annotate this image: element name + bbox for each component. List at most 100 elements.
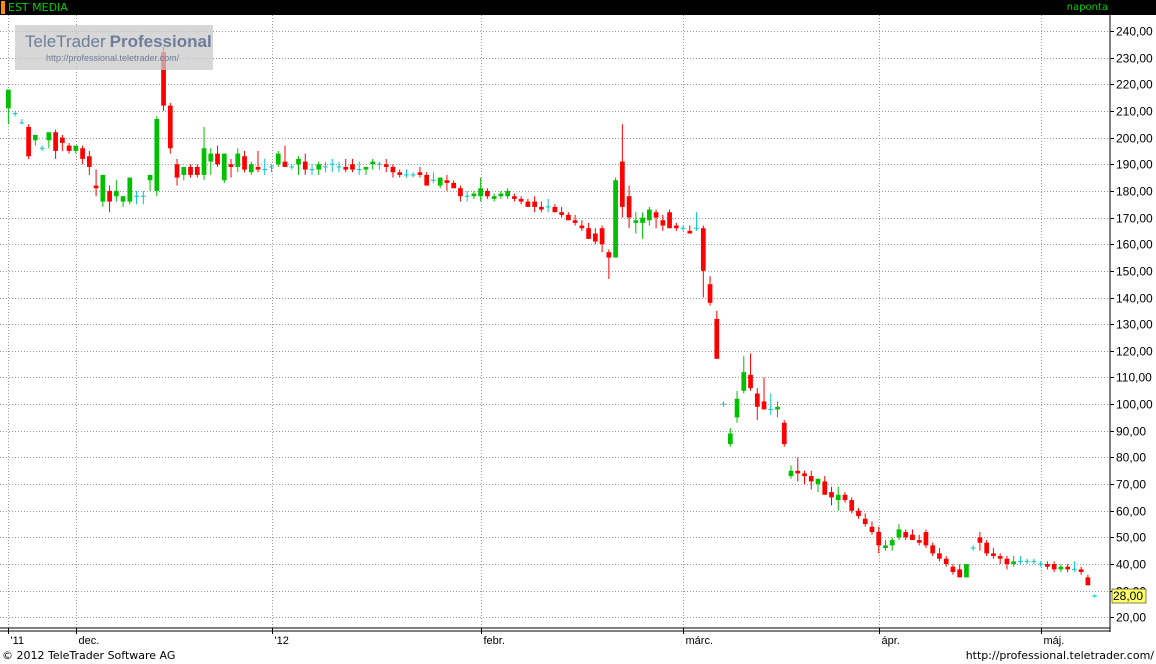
candle-body [592,233,598,242]
candle-body [296,158,301,165]
candle [154,116,160,197]
candle-body [667,212,672,229]
candle-body [1065,566,1071,570]
candle-body [235,153,241,167]
candle-body [478,188,484,197]
y-tick-label: 60,00 [1116,505,1146,519]
candle-body [673,225,679,229]
candle-body [626,196,632,218]
candle-body [485,190,490,197]
candle-body [363,166,369,170]
candle-body [302,161,308,170]
y-tick-label: 200,00 [1116,132,1153,146]
candle-body [383,164,389,167]
candle-body [316,164,322,170]
candle-body [397,172,403,175]
candle-body [903,532,909,538]
candle-body [842,494,848,501]
y-tick-label: 180,00 [1116,185,1153,199]
candle-body [444,180,450,183]
y-tick-label: 90,00 [1116,425,1146,439]
y-tick-label: 150,00 [1116,265,1153,279]
candle-body [107,190,112,202]
candle [221,153,227,183]
instrument-marker [1,1,5,14]
candle-body [566,214,571,221]
candle-body [640,217,645,223]
candle-body [856,510,861,517]
candle-body [188,166,193,175]
candle-body [997,556,1003,559]
candle-body [849,500,855,511]
candle-body [599,228,605,245]
candle-body [498,193,504,197]
y-tick-label: 40,00 [1116,558,1146,572]
candle-body [910,534,915,541]
candle-body [147,174,153,181]
candle-body [86,156,92,167]
candle-body [539,206,544,210]
candle [26,124,31,159]
candle-body [194,166,200,175]
candle-body [525,201,531,207]
y-tick-label: 190,00 [1116,158,1153,172]
candle-body [518,198,524,202]
candle-body [700,228,706,271]
candle [127,177,133,205]
candle-body [1085,577,1091,586]
candle [167,102,173,154]
y-tick-label: 140,00 [1116,292,1153,306]
x-tick-label: ápr. [882,635,900,647]
candle-body [977,537,983,543]
candle-body [59,137,65,143]
watermark: TeleTrader Professional http://profession… [15,25,213,70]
candle-body [181,166,187,175]
candle-body [215,153,220,165]
x-tick-label: márc. [686,635,714,647]
candle-body [201,148,207,175]
candle-body [883,545,888,549]
candle-body [532,201,537,207]
y-tick-label: 240,00 [1116,25,1153,39]
candle-body [120,196,126,202]
candle-body [984,542,990,554]
candle-body [127,177,133,202]
candle-body [660,220,666,226]
candle-body [458,188,463,197]
y-tick-label: 160,00 [1116,238,1153,252]
candle-body [795,470,801,474]
candle-body [437,177,443,186]
footer-url[interactable]: http://professional.teletrader.com/ [966,649,1154,662]
candle-body [734,398,740,418]
candle-body [646,209,652,221]
y-tick-label: 80,00 [1116,451,1146,465]
candle-body [781,422,787,445]
candle [613,177,618,258]
candle-body [113,190,119,197]
candle-body [255,166,261,170]
candle-body [916,540,922,543]
candle-body [505,190,511,197]
candle-body [552,206,558,213]
candle-body [964,564,969,578]
candle-body [343,166,349,170]
y-tick-label: 20,00 [1116,611,1146,625]
candle-body [93,185,99,189]
candle-body [633,220,639,223]
candle-body [26,126,31,157]
candle-body [424,174,430,186]
y-tick-label: 100,00 [1116,398,1153,412]
candle-body [167,105,173,149]
candle-body [1045,564,1050,567]
x-tick-label: dec. [79,635,100,647]
candle-body [242,156,247,170]
y-tick-label: 120,00 [1116,345,1153,359]
candle-body [53,132,58,151]
candle-body [937,553,942,559]
candle-body [748,374,753,389]
candle-body [889,540,895,546]
candle-body [761,401,767,410]
candle-body [876,532,882,546]
candle-body [174,164,180,178]
candle-body [950,566,956,573]
